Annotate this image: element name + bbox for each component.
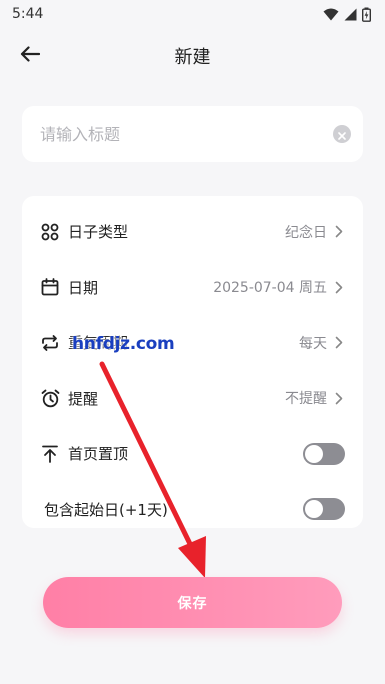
status-icons bbox=[323, 7, 371, 22]
signal-icon bbox=[344, 8, 357, 21]
header: 新建 bbox=[0, 36, 385, 76]
row-include-start: 包含起始日(+1天) bbox=[22, 482, 363, 538]
row-label: 首页置顶 bbox=[68, 445, 129, 464]
row-reminder[interactable]: 提醒 不提醒 bbox=[22, 371, 363, 427]
status-bar: 5:44 bbox=[0, 0, 385, 28]
settings-card: 日子类型 纪念日 日期 2025-07-04 周五 重复周期 每天 提醒 不提醒… bbox=[22, 196, 363, 528]
row-label: 日子类型 bbox=[68, 223, 129, 242]
chevron-right-icon bbox=[335, 336, 345, 350]
row-day-type[interactable]: 日子类型 纪念日 bbox=[22, 204, 363, 260]
row-value: 不提醒 bbox=[285, 391, 327, 408]
row-pin-top: 首页置顶 bbox=[22, 426, 363, 482]
chevron-right-icon bbox=[335, 391, 345, 405]
pin-top-icon bbox=[40, 444, 60, 464]
row-date[interactable]: 日期 2025-07-04 周五 bbox=[22, 260, 363, 316]
title-input[interactable] bbox=[40, 124, 333, 144]
grid-icon bbox=[40, 222, 60, 242]
page-title: 新建 bbox=[174, 47, 211, 68]
clear-circle-icon bbox=[338, 125, 346, 144]
chevron-right-icon bbox=[335, 280, 345, 294]
arrow-left-icon bbox=[20, 46, 41, 66]
row-value: 每天 bbox=[299, 335, 327, 352]
clear-button[interactable] bbox=[333, 125, 351, 143]
include-start-toggle[interactable] bbox=[303, 498, 345, 521]
calendar-icon bbox=[40, 277, 60, 297]
repeat-icon bbox=[40, 333, 60, 353]
status-time: 5:44 bbox=[12, 6, 44, 22]
toggle-knob bbox=[305, 500, 323, 519]
wifi-icon bbox=[323, 8, 339, 21]
pin-top-toggle[interactable] bbox=[303, 442, 345, 465]
battery-icon bbox=[362, 7, 371, 22]
row-label: 提醒 bbox=[68, 389, 99, 408]
watermark: hnfdjz.com bbox=[72, 334, 175, 354]
back-button[interactable] bbox=[14, 42, 46, 70]
save-button[interactable]: 保存 bbox=[43, 577, 342, 628]
chevron-right-icon bbox=[335, 225, 345, 239]
toggle-knob bbox=[305, 444, 323, 463]
row-label: 包含起始日(+1天) bbox=[44, 500, 168, 519]
alarm-clock-icon bbox=[40, 388, 60, 408]
row-value: 2025-07-04 周五 bbox=[213, 280, 327, 297]
title-input-card bbox=[22, 106, 363, 162]
row-label: 日期 bbox=[68, 278, 99, 297]
row-value: 纪念日 bbox=[285, 224, 327, 241]
